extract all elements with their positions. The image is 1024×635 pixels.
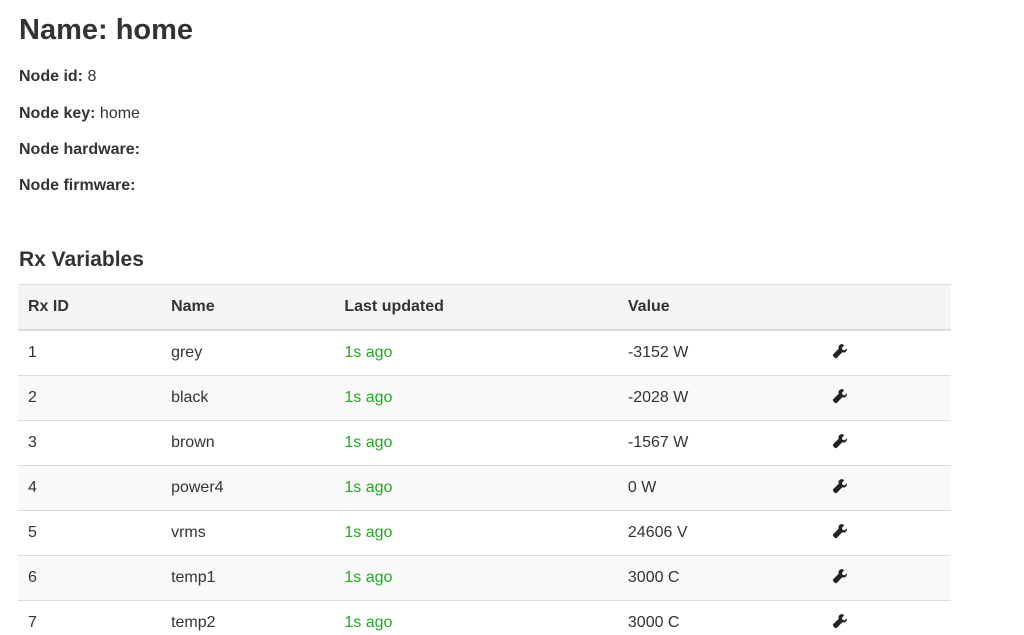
table-row: 7 temp2 1s ago 3000 C (18, 600, 951, 635)
cell-rx-id: 7 (18, 600, 162, 635)
rx-table-body: 1 grey 1s ago -3152 W 2 black 1s ago -20… (18, 329, 951, 635)
cell-value: -3152 W (617, 329, 806, 376)
node-hardware-field: Node hardware: (19, 140, 140, 160)
cell-name: black (161, 375, 335, 421)
rx-variables-table: Rx ID Name Last updated Value 1 grey 1s … (18, 284, 951, 635)
wrench-icon[interactable] (832, 343, 848, 359)
column-header-name: Name (161, 284, 335, 331)
cell-actions (805, 555, 951, 601)
cell-rx-id: 4 (18, 465, 162, 511)
cell-rx-id: 2 (18, 375, 162, 421)
cell-last-updated: 1s ago (334, 600, 618, 635)
page-title: Name: home (19, 14, 194, 46)
table-row: 2 black 1s ago -2028 W (18, 375, 951, 421)
node-page: Name: home Node id: 8 Node key: home Nod… (0, 0, 1024, 635)
node-id-field: Node id: 8 (19, 67, 96, 87)
node-firmware-label: Node firmware: (19, 177, 136, 194)
cell-actions (805, 465, 951, 511)
cell-value: 3000 C (617, 555, 806, 601)
column-header-value: Value (617, 284, 806, 331)
table-row: 1 grey 1s ago -3152 W (18, 329, 951, 376)
wrench-icon[interactable] (832, 523, 848, 539)
wrench-icon[interactable] (832, 433, 848, 449)
cell-actions (805, 600, 951, 635)
table-row: 3 brown 1s ago -1567 W (18, 420, 951, 466)
rx-variables-heading: Rx Variables (19, 248, 144, 271)
cell-value: 24606 V (617, 510, 806, 556)
cell-name: vrms (161, 510, 335, 556)
cell-actions (805, 329, 951, 376)
cell-actions (805, 510, 951, 556)
node-hardware-label: Node hardware: (19, 141, 140, 158)
cell-actions (805, 420, 951, 466)
cell-name: temp1 (161, 555, 335, 601)
cell-name: temp2 (161, 600, 335, 635)
cell-name: power4 (161, 465, 335, 511)
cell-last-updated: 1s ago (334, 510, 618, 556)
cell-actions (805, 375, 951, 421)
cell-name: grey (161, 329, 335, 376)
node-key-value: home (99, 105, 140, 122)
wrench-icon[interactable] (832, 613, 848, 629)
cell-name: brown (161, 420, 335, 466)
cell-last-updated: 1s ago (334, 555, 618, 601)
table-row: 4 power4 1s ago 0 W (18, 465, 951, 511)
table-header-row: Rx ID Name Last updated Value (18, 284, 951, 331)
cell-last-updated: 1s ago (334, 465, 618, 511)
cell-rx-id: 3 (18, 420, 162, 466)
table-row: 5 vrms 1s ago 24606 V (18, 510, 951, 556)
node-id-value: 8 (87, 68, 97, 85)
table-row: 6 temp1 1s ago 3000 C (18, 555, 951, 601)
cell-rx-id: 1 (18, 329, 162, 376)
cell-value: -2028 W (617, 375, 806, 421)
node-id-label: Node id: (19, 68, 83, 85)
wrench-icon[interactable] (832, 478, 848, 494)
column-header-rx-id: Rx ID (18, 284, 162, 331)
cell-rx-id: 5 (18, 510, 162, 556)
wrench-icon[interactable] (832, 388, 848, 404)
column-header-actions (805, 284, 951, 331)
cell-last-updated: 1s ago (334, 329, 618, 376)
wrench-icon[interactable] (832, 568, 848, 584)
cell-value: -1567 W (617, 420, 806, 466)
cell-rx-id: 6 (18, 555, 162, 601)
cell-last-updated: 1s ago (334, 420, 618, 466)
column-header-last-updated: Last updated (334, 284, 618, 331)
cell-last-updated: 1s ago (334, 375, 618, 421)
node-key-field: Node key: home (19, 104, 140, 124)
cell-value: 3000 C (617, 600, 806, 635)
node-firmware-field: Node firmware: (19, 176, 135, 196)
node-key-label: Node key: (19, 105, 96, 122)
cell-value: 0 W (617, 465, 806, 511)
